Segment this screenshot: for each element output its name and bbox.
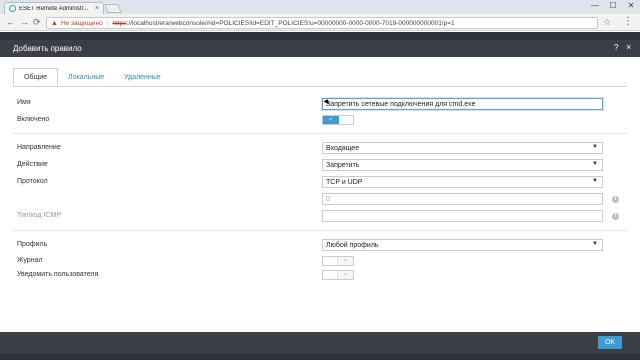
dialog-header: Добавить правило [0, 40, 640, 57]
protocol-number-field[interactable]: 0 [322, 193, 603, 205]
favicon-icon [9, 5, 16, 12]
action-value: Запретить [326, 161, 360, 169]
menu-icon[interactable]: ⋮ [623, 16, 633, 27]
tab-title: ESET Remote Administr... [19, 5, 89, 12]
window-close-button[interactable]: ✕ [622, 1, 640, 10]
browser-tab[interactable]: ESET Remote Administr... × [4, 2, 104, 14]
forward-icon[interactable]: → [20, 17, 29, 27]
action-label: Действие [17, 161, 48, 168]
back-icon[interactable]: ← [6, 17, 15, 27]
tab-close-icon[interactable]: × [95, 5, 99, 12]
new-tab-button[interactable] [104, 4, 122, 13]
chevron-down-icon: ▼ [592, 161, 598, 167]
help-icon[interactable]: ? [614, 43, 618, 52]
tabs-divider [13, 86, 627, 87]
info-icon[interactable]: i [612, 213, 619, 220]
add-rule-dialog: Добавить правило ? × Общие Локальные Уда… [0, 40, 640, 354]
profile-value: Любой профиль [326, 241, 379, 249]
info-icon[interactable]: i [612, 196, 619, 203]
action-select[interactable]: Запретить ▼ [322, 159, 603, 171]
name-field[interactable]: Запретить сетевые подключения для cmd.ex… [322, 98, 603, 110]
chevron-down-icon: ▼ [592, 178, 598, 184]
address-toolbar: ← → ⟳ ▲ Не защищено | https ://localhost… [0, 14, 640, 31]
section-divider [13, 230, 627, 231]
minimize-button[interactable]: — [586, 1, 604, 10]
reload-icon[interactable]: ⟳ [33, 17, 41, 28]
enabled-toggle[interactable]: ✓ [322, 115, 354, 125]
log-label: Журнал [17, 257, 43, 264]
close-icon[interactable]: × [626, 42, 631, 52]
protocol-number-value: 0 [326, 195, 330, 203]
notify-label: Уведомить пользователя [17, 271, 99, 278]
maximize-button[interactable]: ☐ [604, 1, 622, 10]
direction-label: Направление [17, 144, 61, 151]
tab-remote[interactable]: Удаленные [114, 68, 171, 86]
section-divider [13, 133, 627, 134]
url-scheme: https [112, 19, 127, 27]
url-text: ://localhost/era/webconsole/#id=POLICIES… [126, 19, 455, 27]
chevron-down-icon: ▼ [592, 241, 598, 247]
enabled-label: Включено [17, 116, 50, 123]
star-icon[interactable]: ☆ [603, 17, 611, 28]
browser-titlebar: ESET Remote Administr... × — ☐ ✕ [0, 0, 640, 14]
direction-select[interactable]: Входящее ▼ [322, 142, 603, 154]
profile-select[interactable]: Любой профиль ▼ [322, 239, 603, 251]
protocol-value: TCP и UDP [326, 178, 363, 186]
notify-toggle[interactable]: × [322, 270, 354, 280]
security-label[interactable]: Не защищено [61, 20, 103, 27]
log-toggle[interactable]: × [322, 256, 354, 266]
protocol-label: Протокол [17, 178, 48, 185]
chevron-down-icon: ▼ [592, 144, 598, 150]
tab-general[interactable]: Общие [13, 68, 59, 86]
address-bar[interactable]: ▲ Не защищено | https ://localhost/era/w… [46, 17, 598, 29]
profile-label: Профиль [17, 241, 48, 248]
icmp-field[interactable] [322, 210, 603, 222]
toggle-knob-icon: × [337, 271, 353, 279]
icmp-label: Тип/код ICMP [17, 212, 62, 219]
dialog-footer [0, 332, 640, 354]
warning-icon: ▲ [51, 19, 58, 27]
toggle-knob-icon: × [337, 257, 353, 265]
dialog-tabs: Общие Локальные Удаленные [13, 68, 171, 86]
ok-button[interactable]: OK [598, 336, 622, 349]
protocol-select[interactable]: TCP и UDP ▼ [322, 176, 603, 188]
dialog-title: Добавить правило [13, 44, 82, 53]
name-value: Запретить сетевые подключения для cmd.ex… [326, 100, 476, 108]
checkmark-icon: ✓ [323, 116, 339, 124]
tab-local[interactable]: Локальные [58, 68, 114, 86]
direction-value: Входящее [326, 144, 360, 152]
address-separator: | [106, 19, 109, 27]
name-label: Имя [17, 99, 31, 106]
